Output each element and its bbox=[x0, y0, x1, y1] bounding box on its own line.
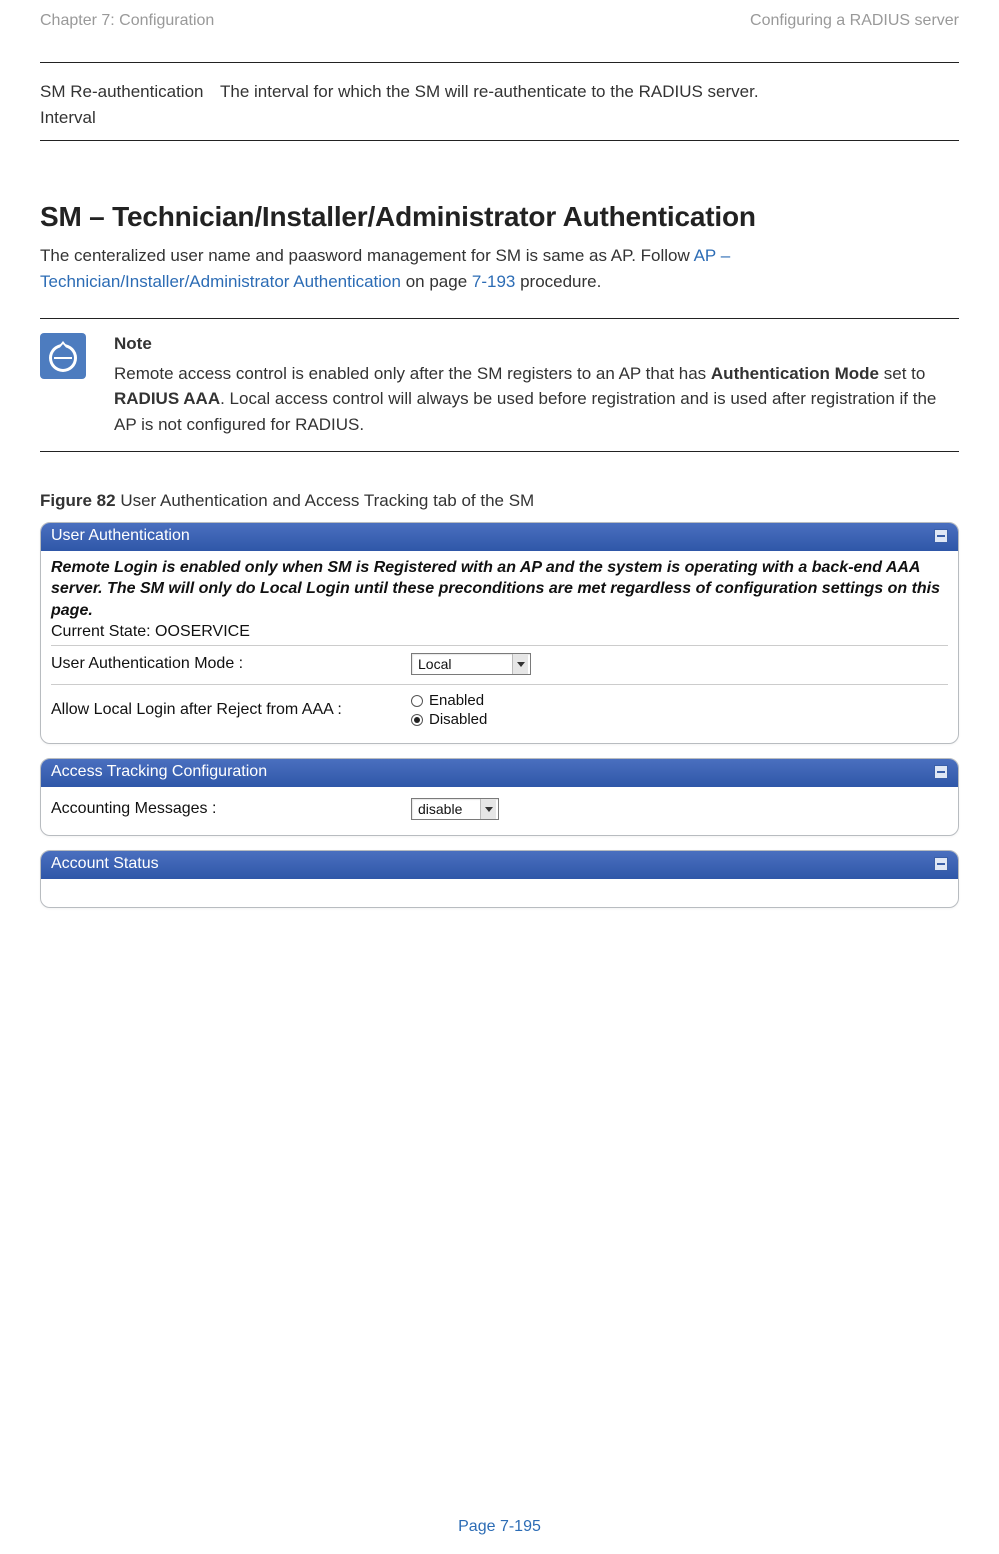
note-bold-2: RADIUS AAA bbox=[114, 389, 220, 408]
definition-description: The interval for which the SM will re-au… bbox=[220, 79, 959, 130]
section-heading: SM – Technician/Installer/Administrator … bbox=[40, 201, 959, 233]
panel-user-authentication: User Authentication Remote Login is enab… bbox=[40, 522, 959, 745]
chevron-down-icon bbox=[480, 799, 496, 819]
row-accounting-messages: Accounting Messages : disable bbox=[51, 793, 948, 825]
collapse-icon[interactable] bbox=[934, 529, 948, 543]
panel-title-status: Account Status bbox=[51, 855, 159, 873]
select-auth-mode[interactable]: Local bbox=[411, 653, 531, 675]
note-text-mid1: set to bbox=[879, 364, 925, 383]
panel-head-tracking: Access Tracking Configuration bbox=[41, 759, 958, 787]
note-title: Note bbox=[114, 331, 959, 357]
radio-option-disabled[interactable]: Disabled bbox=[411, 711, 487, 728]
panel-access-tracking: Access Tracking Configuration Accounting… bbox=[40, 758, 959, 836]
panel-head-user-auth: User Authentication bbox=[41, 523, 958, 551]
page-footer: Page 7-195 bbox=[0, 1518, 999, 1536]
intro-text-mid: on page bbox=[401, 272, 472, 291]
intro-text-pre: The centeralized user name and paasword … bbox=[40, 246, 694, 265]
figure-label-rest: User Authentication and Access Tracking … bbox=[116, 491, 535, 510]
radio-icon bbox=[411, 714, 423, 726]
label-local-login: Allow Local Login after Reject from AAA … bbox=[51, 701, 411, 719]
panel-head-status: Account Status bbox=[41, 851, 958, 879]
note-bold-1: Authentication Mode bbox=[711, 364, 879, 383]
section-intro: The centeralized user name and paasword … bbox=[40, 243, 959, 294]
collapse-icon[interactable] bbox=[934, 765, 948, 779]
radio-group-local-login: Enabled Disabled bbox=[411, 692, 487, 728]
panel-title-tracking: Access Tracking Configuration bbox=[51, 763, 267, 781]
header-right: Configuring a RADIUS server bbox=[750, 12, 959, 30]
radio-label-disabled: Disabled bbox=[429, 711, 487, 728]
select-auth-mode-value: Local bbox=[418, 656, 508, 672]
note-icon bbox=[40, 333, 86, 379]
intro-page-link[interactable]: 7-193 bbox=[472, 272, 515, 291]
panel-body-user-auth: Remote Login is enabled only when SM is … bbox=[41, 551, 958, 744]
radio-option-enabled[interactable]: Enabled bbox=[411, 692, 487, 709]
divider bbox=[40, 62, 959, 63]
select-accounting-messages[interactable]: disable bbox=[411, 798, 499, 820]
panel-body-status bbox=[41, 879, 958, 907]
figure-label-bold: Figure 82 bbox=[40, 491, 116, 510]
page-header: Chapter 7: Configuration Configuring a R… bbox=[40, 12, 959, 40]
intro-text-post: procedure. bbox=[515, 272, 601, 291]
definition-term: SM Re-authentication Interval bbox=[40, 79, 220, 130]
label-auth-mode: User Authentication Mode : bbox=[51, 655, 411, 673]
user-auth-state: Current State: OOSERVICE bbox=[51, 623, 948, 641]
definition-row: SM Re-authentication Interval The interv… bbox=[40, 73, 959, 141]
user-auth-intro: Remote Login is enabled only when SM is … bbox=[51, 557, 948, 622]
collapse-icon[interactable] bbox=[934, 857, 948, 871]
radio-label-enabled: Enabled bbox=[429, 692, 484, 709]
radio-icon bbox=[411, 695, 423, 707]
page-number: Page 7-195 bbox=[458, 1518, 541, 1535]
label-accounting-messages: Accounting Messages : bbox=[51, 800, 411, 818]
note-callout: Note Remote access control is enabled on… bbox=[40, 318, 959, 452]
chevron-down-icon bbox=[512, 654, 528, 674]
note-content: Note Remote access control is enabled on… bbox=[114, 331, 959, 437]
note-text-pre: Remote access control is enabled only af… bbox=[114, 364, 711, 383]
select-accounting-value: disable bbox=[418, 801, 476, 817]
panel-body-tracking: Accounting Messages : disable bbox=[41, 787, 958, 835]
row-local-login: Allow Local Login after Reject from AAA … bbox=[51, 684, 948, 733]
header-left: Chapter 7: Configuration bbox=[40, 12, 214, 30]
row-auth-mode: User Authentication Mode : Local bbox=[51, 645, 948, 680]
note-text-post: . Local access control will always be us… bbox=[114, 389, 936, 434]
panel-account-status: Account Status bbox=[40, 850, 959, 908]
panel-title-user-auth: User Authentication bbox=[51, 527, 190, 545]
figure-caption: Figure 82 User Authentication and Access… bbox=[40, 488, 959, 514]
